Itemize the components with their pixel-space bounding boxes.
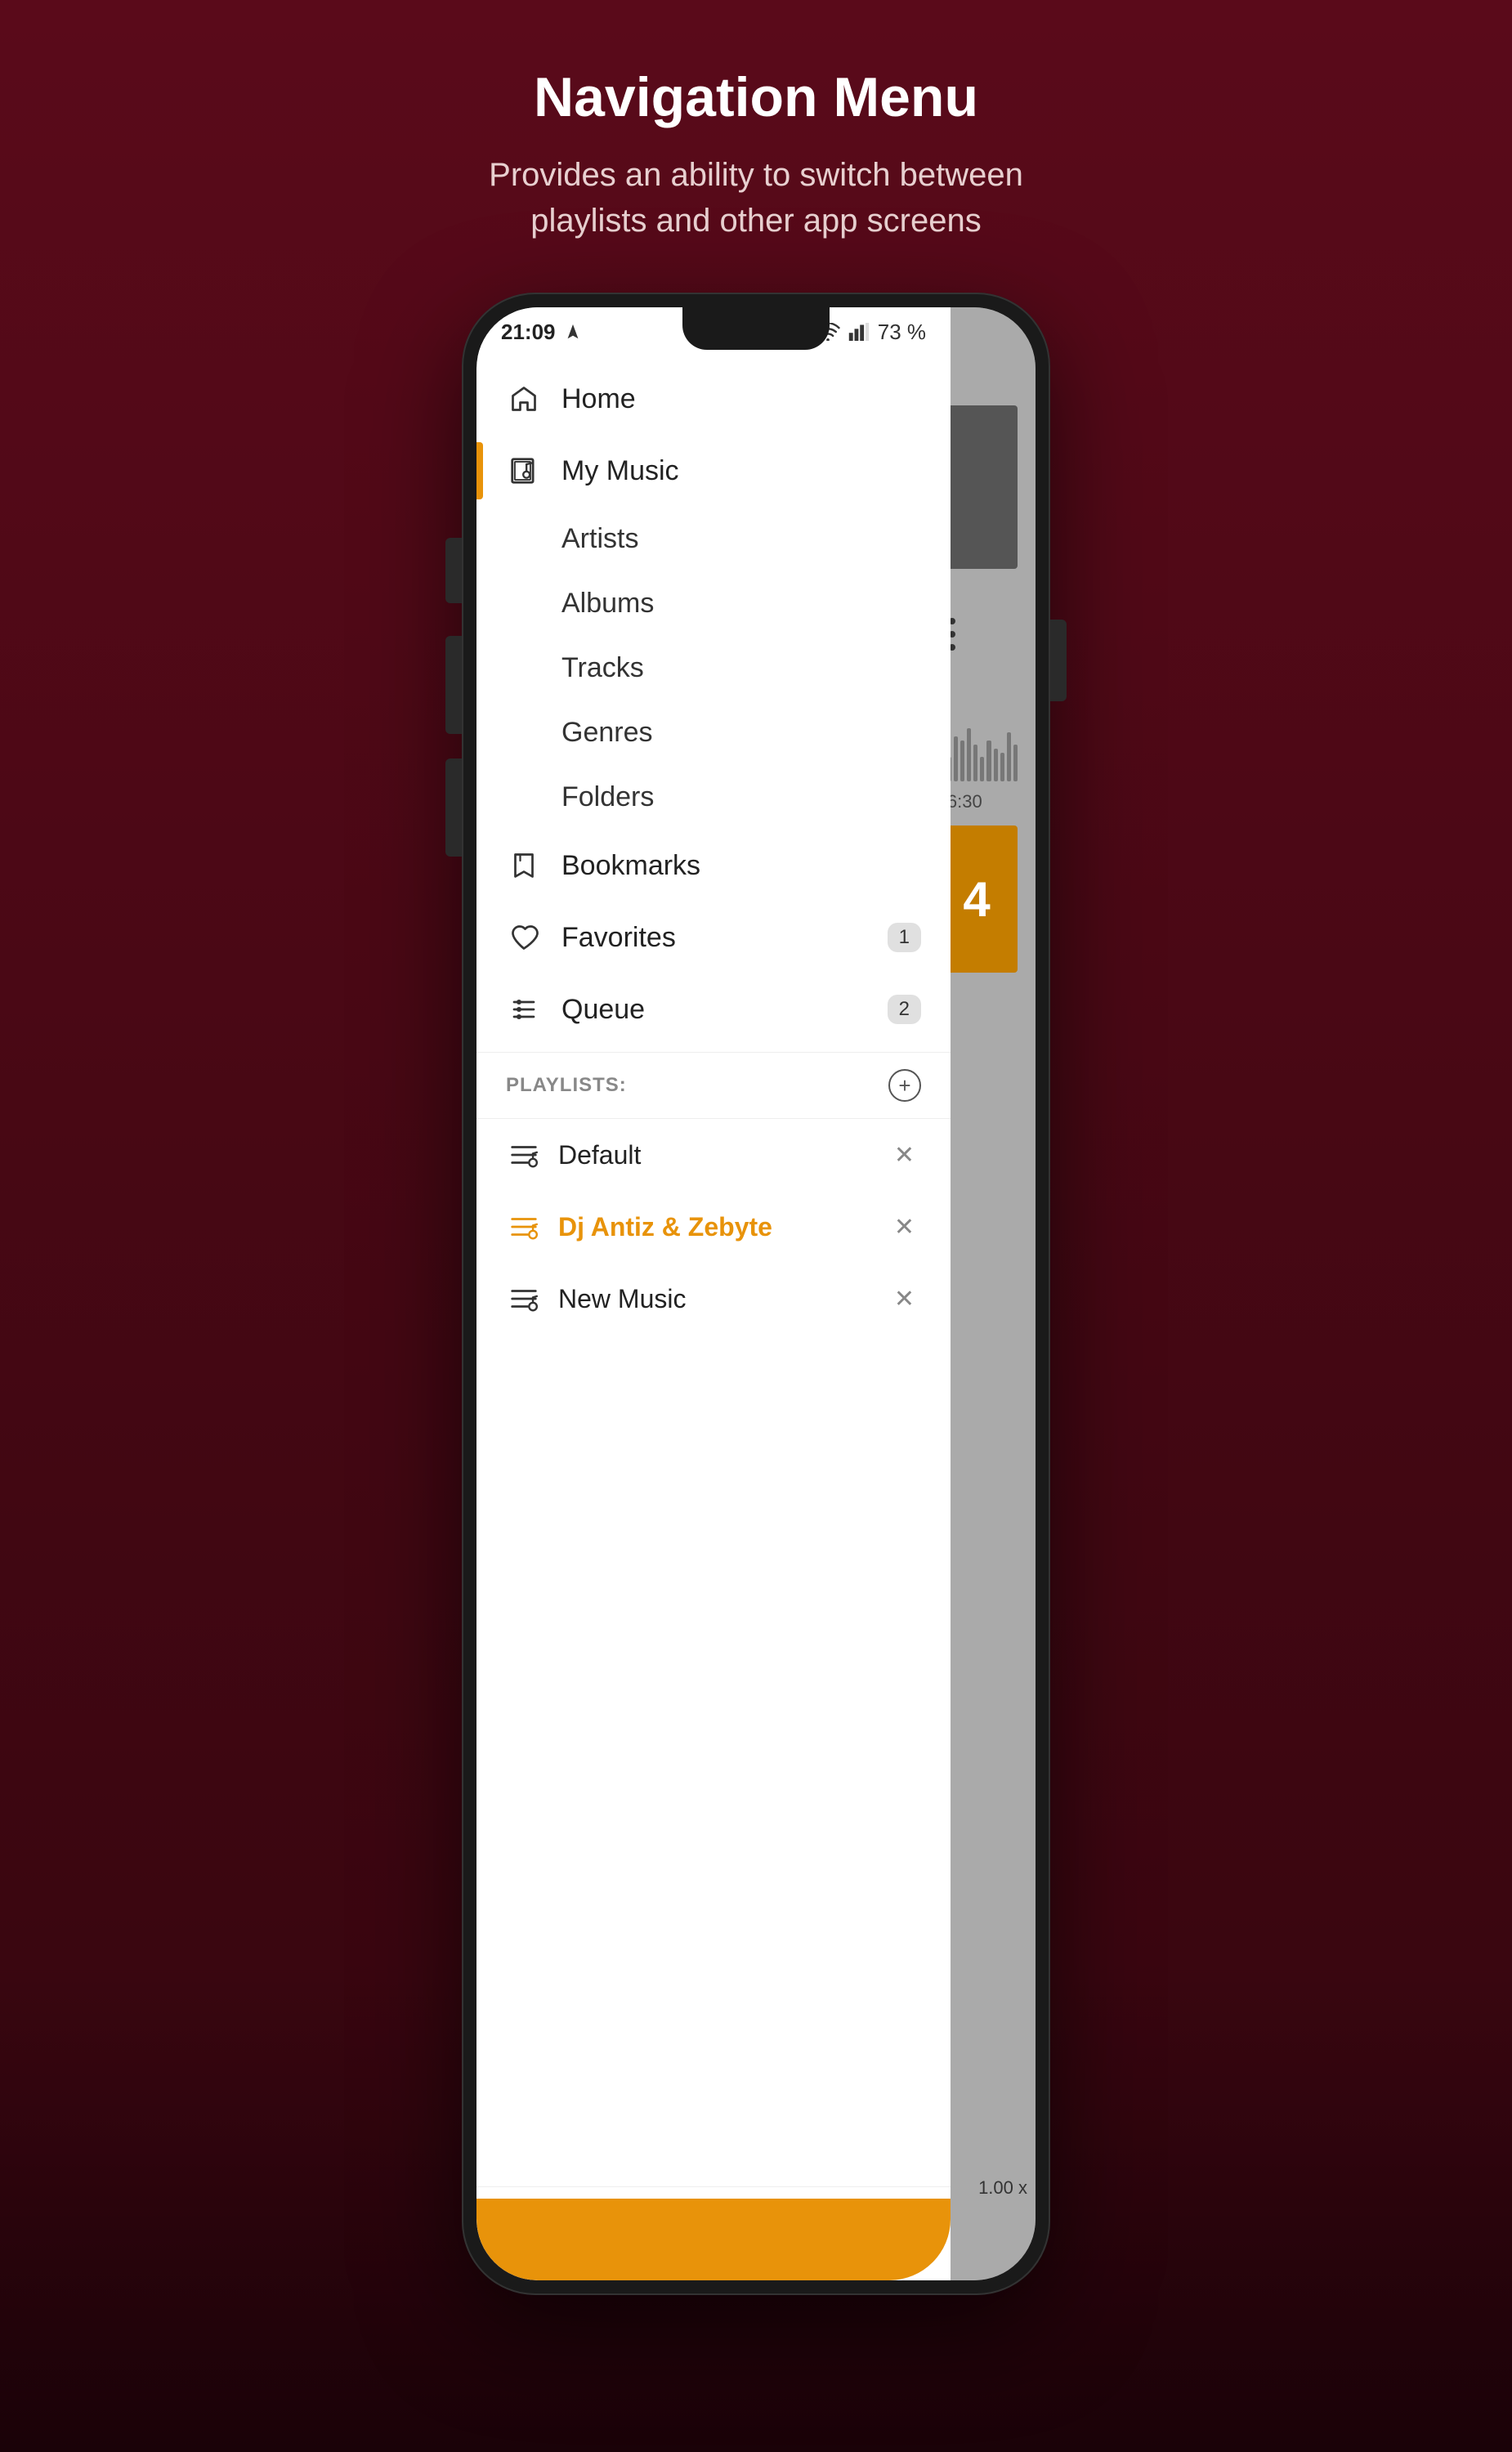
my-music-label: My Music (561, 455, 679, 487)
remove-new-music-playlist-button[interactable]: ✕ (888, 1282, 921, 1317)
bookmark-svg (509, 851, 539, 880)
heart-svg (509, 923, 539, 952)
playlist-name-default: Default (558, 1140, 888, 1170)
genres-label: Genres (561, 717, 653, 749)
home-icon (506, 381, 542, 417)
playlist-svg-dj-antiz (508, 1211, 539, 1242)
queue-svg (509, 995, 539, 1024)
playlist-svg-new-music (508, 1283, 539, 1314)
playlists-header: PLAYLISTS: + (476, 1052, 951, 1119)
favorites-badge: 1 (888, 923, 921, 952)
submenu-item-artists[interactable]: Artists (476, 507, 951, 571)
navigation-icon (564, 323, 582, 341)
home-label: Home (561, 383, 636, 415)
submenu-item-tracks[interactable]: Tracks (476, 636, 951, 700)
submenu-item-folders[interactable]: Folders (476, 765, 951, 830)
navigation-drawer: 21:09 (476, 307, 951, 2280)
queue-badge: 2 (888, 995, 921, 1024)
playlists-section-label: PLAYLISTS: (506, 1074, 888, 1097)
submenu-item-genres[interactable]: Genres (476, 700, 951, 765)
playlist-svg-default (508, 1139, 539, 1170)
battery-level: 73 % (878, 320, 926, 345)
playlist-icon-default (506, 1137, 542, 1173)
artists-label: Artists (561, 523, 638, 555)
status-icons: 73 % (816, 320, 926, 345)
folders-label: Folders (561, 781, 654, 813)
phone-screen: 2:06:30 ♩4 1.00 x 21:09 (476, 307, 1036, 2280)
heart-icon (506, 920, 542, 955)
phone-frame: 2:06:30 ♩4 1.00 x 21:09 (462, 293, 1050, 2295)
playlist-item-default[interactable]: Default ✕ (476, 1119, 951, 1191)
active-indicator (476, 442, 483, 499)
playlist-icon-new-music (506, 1281, 542, 1317)
nav-item-favorites[interactable]: Favorites 1 (476, 902, 951, 973)
page-title: Navigation Menu (489, 65, 1023, 129)
music-library-svg (508, 455, 539, 486)
page-header: Navigation Menu Provides an ability to s… (489, 65, 1023, 244)
page-subtitle: Provides an ability to switch betweenpla… (489, 152, 1023, 244)
queue-icon (506, 991, 542, 1027)
playlist-icon-dj-antiz (506, 1209, 542, 1245)
bottom-orange-bar (476, 2199, 951, 2280)
remove-dj-antiz-playlist-button[interactable]: ✕ (888, 1210, 921, 1245)
nav-item-home[interactable]: Home (476, 363, 951, 435)
playlist-item-new-music[interactable]: New Music ✕ (476, 1263, 951, 1335)
queue-label: Queue (561, 994, 645, 1026)
nav-item-queue[interactable]: Queue 2 (476, 973, 951, 1045)
add-playlist-button[interactable]: + (888, 1069, 921, 1102)
phone-notch (682, 307, 830, 350)
playback-speed: 1.00 x (978, 2177, 1027, 2199)
tracks-label: Tracks (561, 652, 644, 684)
nav-item-my-music[interactable]: My Music (476, 435, 951, 507)
bookmarks-label: Bookmarks (561, 850, 700, 882)
albums-label: Albums (561, 588, 654, 620)
bookmark-icon (506, 848, 542, 884)
nav-item-bookmarks[interactable]: Bookmarks (476, 830, 951, 902)
remove-default-playlist-button[interactable]: ✕ (888, 1138, 921, 1173)
playlist-name-dj-antiz: Dj Antiz & Zebyte (558, 1212, 888, 1242)
signal-icon (848, 323, 870, 341)
drawer-menu: Home My Music (476, 307, 951, 2186)
favorites-label: Favorites (561, 922, 676, 954)
music-library-icon (506, 453, 542, 489)
playlist-item-dj-antiz[interactable]: Dj Antiz & Zebyte ✕ (476, 1191, 951, 1263)
submenu-item-albums[interactable]: Albums (476, 571, 951, 636)
playlist-name-new-music: New Music (558, 1284, 888, 1314)
home-svg (509, 384, 539, 414)
status-time: 21:09 (501, 320, 582, 345)
